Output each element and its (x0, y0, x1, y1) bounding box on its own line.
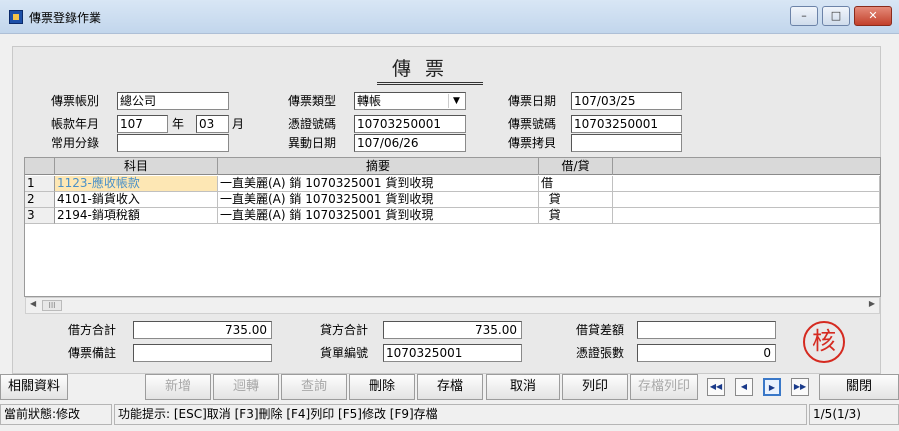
table-row[interactable]: 1 1123-應收帳款 一直美麗(A) 銷 1070325001 貨到收現 借 (25, 176, 880, 192)
app-icon (9, 10, 23, 24)
horizontal-scrollbar[interactable]: ◀ III ▶ (25, 297, 880, 314)
row-number: 1 (25, 176, 55, 192)
dc-cell[interactable]: 借 (539, 176, 613, 192)
voucher-date-label: 傳票日期 (508, 94, 557, 108)
save-print-button[interactable]: 存檔列印 (630, 374, 698, 400)
delete-button[interactable]: 刪除 (349, 374, 415, 400)
remark-label: 傳票備註 (68, 346, 117, 360)
print-button[interactable]: 列印 (562, 374, 628, 400)
summary-cell[interactable]: 一直美麗(A) 銷 1070325001 貨到收現 (218, 192, 539, 208)
evidence-no-field[interactable]: 10703250001 (354, 115, 466, 133)
dc-cell[interactable]: 貸 (539, 192, 613, 208)
cargo-no-label: 貨單編號 (320, 346, 369, 360)
voucher-no-field[interactable]: 10703250001 (571, 115, 682, 133)
debit-total-field: 735.00 (133, 321, 272, 339)
change-date-field[interactable]: 107/06/26 (354, 134, 466, 152)
minimize-button[interactable]: – (790, 6, 818, 26)
related-data-button[interactable]: 相關資料 (0, 374, 68, 400)
credit-total-label: 貸方合計 (320, 323, 369, 337)
scroll-right-icon[interactable]: ▶ (869, 299, 875, 308)
voucher-date-field[interactable]: 107/03/25 (571, 92, 682, 110)
period-label: 帳款年月 (51, 117, 100, 131)
diff-label: 借貸差額 (576, 323, 625, 337)
voucher-type-value: 轉帳 (357, 94, 382, 108)
prev-record-icon[interactable]: ◀ (735, 378, 753, 396)
period-month-field[interactable]: 03 (196, 115, 229, 133)
evidence-no-label: 憑證號碼 (288, 117, 337, 131)
document-title: 傳票 (391, 58, 458, 80)
empty-cell (613, 208, 880, 224)
subject-cell[interactable]: 1123-應收帳款 (55, 176, 218, 192)
subject-cell[interactable]: 4101-銷貨收入 (55, 192, 218, 208)
scroll-thumb[interactable]: III (42, 300, 62, 311)
title-bar (0, 0, 899, 34)
change-date-label: 異動日期 (288, 136, 337, 150)
voucher-copy-field[interactable] (571, 134, 682, 152)
save-button[interactable]: 存檔 (417, 374, 483, 400)
row-number: 3 (25, 208, 55, 224)
year-unit-text: 年 (172, 117, 185, 131)
query-button[interactable]: 查詢 (281, 374, 347, 400)
voucher-copy-label: 傳票拷貝 (508, 136, 557, 150)
scroll-left-icon[interactable]: ◀ (30, 299, 36, 308)
status-hint: 功能提示: [ESC]取消 [F3]刪除 [F4]列印 [F5]修改 [F9]存… (114, 404, 807, 425)
approval-stamp: 核 (803, 321, 845, 363)
debit-total-label: 借方合計 (68, 323, 117, 337)
chevron-down-icon[interactable]: ▼ (448, 94, 464, 108)
add-button[interactable]: 新增 (145, 374, 211, 400)
window-title: 傳票登錄作業 (29, 11, 102, 25)
title-underline (377, 82, 483, 85)
subject-cell[interactable]: 2194-銷項稅額 (55, 208, 218, 224)
empty-cell (613, 176, 880, 192)
evidence-count-label: 憑證張數 (576, 346, 625, 360)
credit-total-field: 735.00 (383, 321, 522, 339)
evidence-count-field[interactable]: 0 (637, 344, 776, 362)
common-entry-label: 常用分錄 (51, 136, 100, 150)
row-number: 2 (25, 192, 55, 208)
cargo-no-field[interactable]: 1070325001 (383, 344, 522, 362)
account-book-field[interactable]: 總公司 (117, 92, 229, 110)
account-book-label: 傳票帳別 (51, 94, 100, 108)
voucher-no-label: 傳票號碼 (508, 117, 557, 131)
summary-column-header[interactable]: 摘要 (218, 158, 539, 175)
table-row[interactable]: 2 4101-銷貨收入 一直美麗(A) 銷 1070325001 貨到收現 貸 (25, 192, 880, 208)
cancel-button[interactable]: 取消 (486, 374, 560, 400)
status-state: 當前狀態:修改 (0, 404, 112, 425)
transfer-button[interactable]: 迴轉 (213, 374, 279, 400)
close-button[interactable]: 關閉 (819, 374, 899, 400)
empty-cell (613, 192, 880, 208)
close-window-button[interactable]: ✕ (854, 6, 892, 26)
common-entry-field[interactable] (117, 134, 229, 152)
voucher-type-select[interactable]: 轉帳 ▼ (354, 92, 466, 110)
next-record-icon[interactable]: ▶ (763, 378, 781, 396)
last-record-icon[interactable]: ▶▶ (791, 378, 809, 396)
dc-column-header[interactable]: 借/貸 (539, 158, 613, 175)
voucher-type-label: 傳票類型 (288, 94, 337, 108)
period-year-field[interactable]: 107 (117, 115, 168, 133)
first-record-icon[interactable]: ◀◀ (707, 378, 725, 396)
dc-cell[interactable]: 貸 (539, 208, 613, 224)
maximize-button[interactable]: □ (822, 6, 850, 26)
table-row[interactable]: 3 2194-銷項稅額 一直美麗(A) 銷 1070325001 貨到收現 貸 (25, 208, 880, 224)
summary-cell[interactable]: 一直美麗(A) 銷 1070325001 貨到收現 (218, 208, 539, 224)
status-record: 1/5(1/3) (809, 404, 899, 425)
remark-field[interactable] (133, 344, 272, 362)
diff-field (637, 321, 776, 339)
row-number-header (25, 158, 55, 175)
month-unit-text: 月 (232, 117, 245, 131)
summary-cell[interactable]: 一直美麗(A) 銷 1070325001 貨到收現 (218, 176, 539, 192)
grid-header: 科目 摘要 借/貸 (25, 158, 880, 175)
subject-column-header[interactable]: 科目 (55, 158, 218, 175)
